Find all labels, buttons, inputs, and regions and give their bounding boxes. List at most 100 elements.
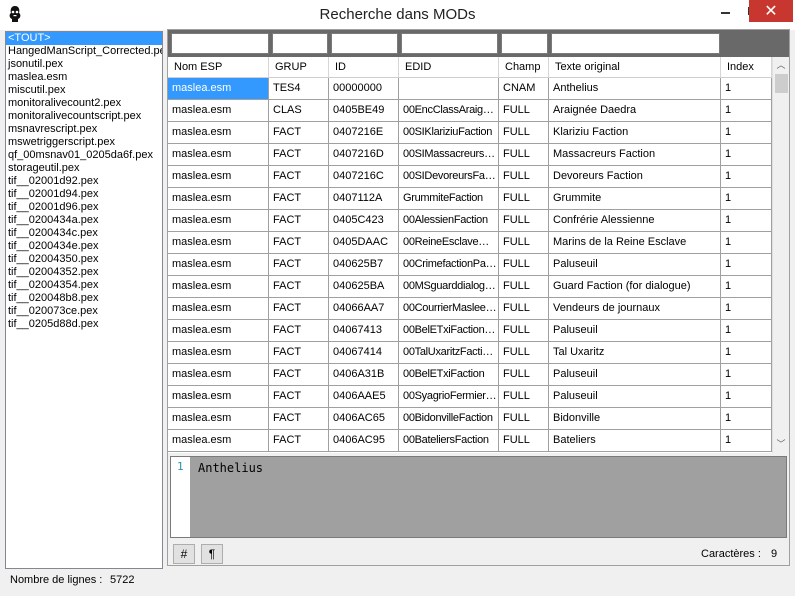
- filter-texte-input[interactable]: [551, 33, 720, 54]
- cell-texte[interactable]: Confrérie Alessienne: [549, 210, 721, 231]
- cell-champ[interactable]: FULL: [499, 188, 549, 209]
- scroll-thumb[interactable]: [775, 74, 788, 93]
- file-list-item[interactable]: tif__0205d88d.pex: [6, 318, 162, 331]
- close-button[interactable]: ✕: [749, 0, 793, 22]
- cell-index[interactable]: 1: [721, 342, 772, 363]
- cell-grup[interactable]: FACT: [269, 320, 329, 341]
- cell-index[interactable]: 1: [721, 144, 772, 165]
- cell-id[interactable]: 040625BA: [329, 276, 399, 297]
- cell-edid[interactable]: 00AlessienFaction: [399, 210, 499, 231]
- cell-champ[interactable]: FULL: [499, 210, 549, 231]
- table-row[interactable]: maslea.esm FACT 0407216C 00SIDevoreursFa… FU…: [168, 166, 772, 188]
- column-header[interactable]: Texte original: [549, 57, 721, 78]
- file-list-item[interactable]: HangedManScript_Corrected.pex: [6, 45, 162, 58]
- cell-texte[interactable]: Araignée Daedra: [549, 100, 721, 121]
- filter-edid-input[interactable]: [401, 33, 498, 54]
- results-grid[interactable]: Nom ESP GRUP ID EDID Champ Texte origina…: [168, 57, 789, 453]
- file-list-item[interactable]: tif__0200434e.pex: [6, 240, 162, 253]
- cell-edid[interactable]: 00SIDevoreursFa…: [399, 166, 499, 187]
- scroll-down-icon[interactable]: ﹀: [773, 436, 789, 453]
- cell-champ[interactable]: FULL: [499, 254, 549, 275]
- cell-nom-esp[interactable]: maslea.esm: [168, 100, 269, 121]
- cell-champ[interactable]: FULL: [499, 364, 549, 385]
- grid-vertical-scrollbar[interactable]: ︿ ﹀: [772, 57, 789, 453]
- cell-grup[interactable]: FACT: [269, 364, 329, 385]
- file-list-item[interactable]: monitoralivecountscript.pex: [6, 110, 162, 123]
- cell-texte[interactable]: Anthelius: [549, 78, 721, 99]
- cell-champ[interactable]: FULL: [499, 144, 549, 165]
- cell-nom-esp[interactable]: maslea.esm: [168, 188, 269, 209]
- text-editor[interactable]: 1 Anthelius: [170, 456, 787, 538]
- minimize-button[interactable]: [711, 0, 739, 22]
- cell-index[interactable]: 1: [721, 276, 772, 297]
- cell-champ[interactable]: FULL: [499, 408, 549, 429]
- cell-edid[interactable]: 00CrimefactionPa…: [399, 254, 499, 275]
- cell-grup[interactable]: FACT: [269, 188, 329, 209]
- cell-texte[interactable]: Tal Uxaritz: [549, 342, 721, 363]
- column-header[interactable]: Nom ESP: [168, 57, 269, 78]
- cell-champ[interactable]: FULL: [499, 298, 549, 319]
- cell-edid[interactable]: 00BelETxiFaction…: [399, 320, 499, 341]
- cell-id[interactable]: 0407216E: [329, 122, 399, 143]
- cell-texte[interactable]: Paluseuil: [549, 364, 721, 385]
- file-list-item[interactable]: tif__02004354.pex: [6, 279, 162, 292]
- cell-index[interactable]: 1: [721, 298, 772, 319]
- cell-edid[interactable]: 00BateliersFaction: [399, 430, 499, 451]
- cell-grup[interactable]: FACT: [269, 144, 329, 165]
- cell-nom-esp[interactable]: maslea.esm: [168, 342, 269, 363]
- cell-index[interactable]: 1: [721, 78, 772, 99]
- cell-edid[interactable]: GrummiteFaction: [399, 188, 499, 209]
- table-row[interactable]: maslea.esm FACT 04066AA7 00CourrierMaslee… F…: [168, 298, 772, 320]
- cell-id[interactable]: 0407216C: [329, 166, 399, 187]
- cell-id[interactable]: 0405C423: [329, 210, 399, 231]
- cell-grup[interactable]: FACT: [269, 298, 329, 319]
- cell-grup[interactable]: FACT: [269, 342, 329, 363]
- cell-nom-esp[interactable]: maslea.esm: [168, 320, 269, 341]
- cell-index[interactable]: 1: [721, 430, 772, 451]
- file-list-item[interactable]: maslea.esm: [6, 71, 162, 84]
- file-list-item[interactable]: <TOUT>: [6, 32, 162, 45]
- cell-edid[interactable]: 00ReineEsclave…: [399, 232, 499, 253]
- cell-texte[interactable]: Bidonville: [549, 408, 721, 429]
- cell-id[interactable]: 04067414: [329, 342, 399, 363]
- cell-nom-esp[interactable]: maslea.esm: [168, 78, 269, 99]
- cell-grup[interactable]: TES4: [269, 78, 329, 99]
- cell-index[interactable]: 1: [721, 122, 772, 143]
- cell-edid[interactable]: 00SIMassacreurs…: [399, 144, 499, 165]
- cell-index[interactable]: 1: [721, 320, 772, 341]
- file-list-item[interactable]: jsonutil.pex: [6, 58, 162, 71]
- cell-champ[interactable]: FULL: [499, 430, 549, 451]
- cell-texte[interactable]: Paluseuil: [549, 320, 721, 341]
- cell-nom-esp[interactable]: maslea.esm: [168, 364, 269, 385]
- cell-grup[interactable]: FACT: [269, 210, 329, 231]
- cell-id[interactable]: 0405DAAC: [329, 232, 399, 253]
- table-row[interactable]: maslea.esm FACT 040625B7 00CrimefactionPa… F…: [168, 254, 772, 276]
- file-list-item[interactable]: tif__0200434a.pex: [6, 214, 162, 227]
- cell-index[interactable]: 1: [721, 188, 772, 209]
- cell-index[interactable]: 1: [721, 232, 772, 253]
- table-row[interactable]: maslea.esm FACT 04067414 00TalUxaritzFacti……: [168, 342, 772, 364]
- cell-index[interactable]: 1: [721, 408, 772, 429]
- cell-edid[interactable]: 00SIKlariziuFaction: [399, 122, 499, 143]
- table-row[interactable]: maslea.esm FACT 0405DAAC 00ReineEsclave… FUL…: [168, 232, 772, 254]
- cell-id[interactable]: 0407112A: [329, 188, 399, 209]
- table-row[interactable]: maslea.esm FACT 0407216E 00SIKlariziuFactio…: [168, 122, 772, 144]
- cell-grup[interactable]: FACT: [269, 122, 329, 143]
- cell-nom-esp[interactable]: maslea.esm: [168, 430, 269, 451]
- cell-index[interactable]: 1: [721, 364, 772, 385]
- cell-nom-esp[interactable]: maslea.esm: [168, 276, 269, 297]
- table-row[interactable]: maslea.esm CLAS 0405BE49 00EncClassAraig… FU…: [168, 100, 772, 122]
- file-list-item[interactable]: tif__0200434c.pex: [6, 227, 162, 240]
- cell-nom-esp[interactable]: maslea.esm: [168, 386, 269, 407]
- cell-index[interactable]: 1: [721, 254, 772, 275]
- filter-id-input[interactable]: [331, 33, 398, 54]
- cell-texte[interactable]: Grummite: [549, 188, 721, 209]
- cell-id[interactable]: 0406AC95: [329, 430, 399, 451]
- scroll-up-icon[interactable]: ︿: [773, 57, 789, 74]
- cell-grup[interactable]: FACT: [269, 276, 329, 297]
- cell-nom-esp[interactable]: maslea.esm: [168, 254, 269, 275]
- cell-texte[interactable]: Klariziu Faction: [549, 122, 721, 143]
- cell-nom-esp[interactable]: maslea.esm: [168, 408, 269, 429]
- table-row[interactable]: maslea.esm FACT 0406AC95 00BateliersFaction…: [168, 430, 772, 452]
- hash-button[interactable]: #: [173, 544, 195, 564]
